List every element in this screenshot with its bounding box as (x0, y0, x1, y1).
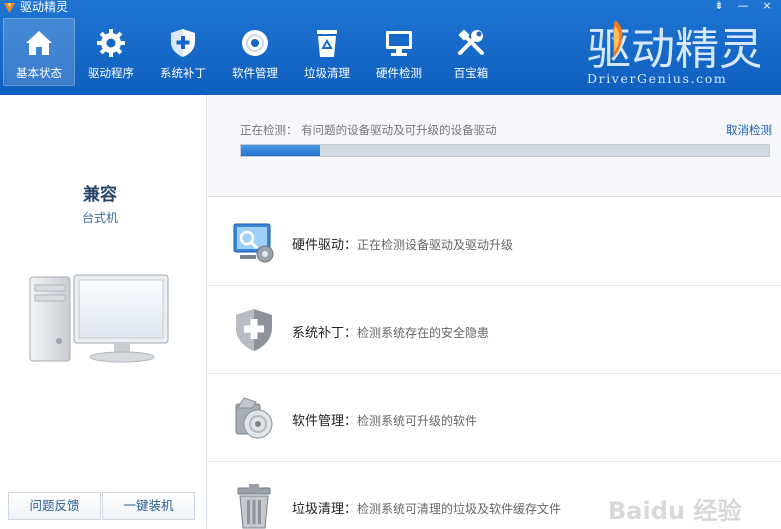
scan-item-title: 垃圾清理： (292, 502, 358, 517)
nav-label: 驱动程序 (88, 66, 134, 80)
scan-item-system-patch[interactable]: 系统补丁：检测系统存在的安全隐患 (208, 286, 781, 374)
nav-label: 软件管理 (232, 66, 278, 80)
title-bar: 驱动精灵 ⇟ — × (0, 0, 781, 16)
scan-item-text: 垃圾清理：检测系统可清理的垃圾及软件缓存文件 (292, 498, 561, 517)
nav-drivers[interactable]: 驱动程序 (75, 18, 147, 86)
home-icon (26, 31, 52, 55)
scan-item-software[interactable]: 软件管理：检测系统可升级的软件 (208, 374, 781, 462)
nav-label: 百宝箱 (453, 66, 489, 80)
main-nav: 基本状态 驱动程序 系统补丁 软件管理 垃圾清理 硬件检测 百宝箱 (3, 18, 507, 86)
monitor-icon (386, 31, 412, 56)
tools-icon (458, 29, 484, 55)
scan-item-text: 软件管理：检测系统可升级的软件 (292, 410, 477, 429)
nav-software[interactable]: 软件管理 (219, 18, 291, 86)
scan-item-title: 软件管理： (292, 414, 358, 429)
hardware-driver-icon (233, 223, 274, 263)
menu-button[interactable]: ⇟ (709, 0, 729, 14)
scan-item-desc: 检测系统存在的安全隐患 (357, 326, 490, 340)
scan-progress-bar (240, 144, 770, 157)
computer-type: 台式机 (81, 211, 118, 225)
one-click-install-button[interactable]: 一键装机 (102, 492, 195, 520)
computer-name: 兼容 (83, 185, 117, 205)
scan-panel: 正在检测： 有问题的设备驱动及可升级的设备驱动 取消检测 硬件驱动：正在检测设备… (208, 95, 781, 529)
nav-label: 系统补丁 (160, 66, 206, 80)
left-actions: 问题反馈 一键装机 (8, 492, 195, 520)
nav-label: 垃圾清理 (304, 66, 350, 80)
scan-status-label: 正在检测： (240, 123, 298, 137)
scan-status: 正在检测： 有问题的设备驱动及可升级的设备驱动 (240, 122, 497, 138)
minimize-button[interactable]: — (733, 0, 753, 14)
app-logo-icon (4, 3, 15, 13)
nav-system-patch[interactable]: 系统补丁 (147, 18, 219, 86)
nav-cleanup[interactable]: 垃圾清理 (291, 18, 363, 86)
recycle-bin-icon (317, 30, 337, 57)
disc-icon (242, 30, 268, 56)
scan-item-title: 硬件驱动： (292, 238, 358, 253)
cancel-scan-link[interactable]: 取消检测 (726, 122, 772, 138)
software-manage-icon (235, 397, 273, 439)
scan-progress-area: 正在检测： 有问题的设备驱动及可升级的设备驱动 取消检测 (208, 95, 781, 197)
scan-items: 硬件驱动：正在检测设备驱动及驱动升级 系统补丁：检测系统存在的安全隐患 软件管理… (208, 198, 781, 529)
app-title: 驱动精灵 (20, 0, 69, 14)
scan-item-hardware-driver[interactable]: 硬件驱动：正在检测设备驱动及驱动升级 (208, 198, 781, 286)
scan-item-desc: 检测系统可清理的垃圾及软件缓存文件 (357, 502, 562, 516)
scan-item-title: 系统补丁： (292, 326, 358, 341)
nav-hardware[interactable]: 硬件检测 (363, 18, 435, 86)
nav-label: 硬件检测 (376, 66, 422, 80)
baidu-watermark: Baidu 经验 (608, 497, 742, 525)
window-controls: ⇟ — × (709, 0, 777, 14)
system-patch-shield-icon (236, 309, 272, 351)
feedback-button[interactable]: 问题反馈 (8, 492, 101, 520)
shield-icon (171, 29, 195, 57)
brand-logo-text: 驱动精灵 (587, 24, 760, 75)
scan-item-desc: 正在检测设备驱动及驱动升级 (357, 238, 514, 252)
nav-basic-status[interactable]: 基本状态 (3, 18, 75, 86)
nav-label: 基本状态 (16, 66, 62, 80)
gear-icon (97, 29, 125, 57)
trash-icon (237, 484, 271, 529)
desktop-computer-icon (29, 274, 169, 363)
scan-item-text: 硬件驱动：正在检测设备驱动及驱动升级 (292, 234, 513, 253)
computer-panel: 兼容 台式机 问题反馈 一键装机 (0, 95, 207, 529)
top-bar: 驱动精灵 ⇟ — × 基本状态 驱动程序 系统补丁 软件管理 垃圾清理 硬件检测… (0, 0, 781, 95)
scan-status-text: 有问题的设备驱动及可升级的设备驱动 (301, 123, 497, 137)
scan-progress-fill (241, 145, 321, 156)
brand-subtitle: DriverGenius.com (587, 71, 728, 86)
nav-toolbox[interactable]: 百宝箱 (435, 18, 507, 86)
close-button[interactable]: × (757, 0, 777, 14)
scan-item-text: 系统补丁：检测系统存在的安全隐患 (292, 322, 489, 341)
scan-item-desc: 检测系统可升级的软件 (357, 414, 478, 428)
